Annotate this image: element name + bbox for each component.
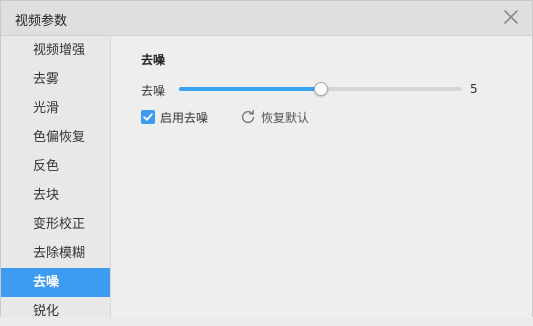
refresh-icon bbox=[241, 109, 255, 124]
sidebar-item-enhance[interactable]: 视频增强 bbox=[1, 36, 110, 65]
sidebar-item-label: 色偏恢复 bbox=[33, 130, 86, 145]
close-button[interactable] bbox=[502, 8, 520, 26]
sidebar-item-deblur[interactable]: 去除模糊 bbox=[1, 239, 110, 268]
checkbox-label: 启用去噪 bbox=[160, 110, 209, 125]
reset-label: 恢复默认 bbox=[261, 110, 310, 125]
slider-thumb[interactable] bbox=[313, 82, 328, 96]
sidebar-item-sharpen[interactable]: 锐化 bbox=[1, 297, 110, 326]
video-params-dialog: 视频参数 视频增强 去雾 光滑 色偏恢复 反色 去块 变形校正 去除模糊 去噪 … bbox=[0, 0, 533, 319]
denoise-slider[interactable] bbox=[179, 82, 462, 96]
sidebar-item-smooth[interactable]: 光滑 bbox=[1, 94, 110, 123]
sidebar-item-label: 去雾 bbox=[33, 72, 60, 87]
sidebar-item-label: 视频增强 bbox=[33, 43, 86, 58]
checkbox-box[interactable] bbox=[141, 110, 155, 124]
sidebar-item-denoise[interactable]: 去噪 bbox=[1, 268, 110, 297]
sidebar: 视频增强 去雾 光滑 色偏恢复 反色 去块 变形校正 去除模糊 去噪 锐化 bbox=[1, 36, 111, 319]
checkmark-icon bbox=[143, 113, 153, 121]
sidebar-item-label: 光滑 bbox=[33, 101, 60, 116]
sidebar-item-label: 去噪 bbox=[33, 275, 60, 290]
title-bar: 视频参数 bbox=[1, 1, 532, 36]
sidebar-item-label: 反色 bbox=[33, 159, 60, 174]
settings-panel: 去噪 去噪 5 启用去噪 恢复默认 bbox=[111, 36, 532, 318]
sidebar-item-label: 去除模糊 bbox=[33, 246, 86, 261]
slider-label: 去噪 bbox=[141, 84, 166, 98]
sidebar-item-invert[interactable]: 反色 bbox=[1, 152, 110, 181]
section-title: 去噪 bbox=[141, 53, 166, 67]
reset-default-button[interactable]: 恢复默认 bbox=[240, 108, 309, 126]
dialog-title: 视频参数 bbox=[15, 14, 68, 29]
sidebar-item-dehaze[interactable]: 去雾 bbox=[1, 65, 110, 94]
sidebar-item-label: 去块 bbox=[33, 188, 60, 203]
slider-fill bbox=[179, 87, 321, 91]
sidebar-item-deblock[interactable]: 去块 bbox=[1, 181, 110, 210]
close-icon bbox=[504, 10, 518, 24]
sidebar-item-distortion[interactable]: 变形校正 bbox=[1, 210, 110, 239]
sidebar-item-label: 变形校正 bbox=[33, 217, 86, 232]
slider-value: 5 bbox=[470, 82, 478, 96]
enable-denoise-checkbox[interactable]: 启用去噪 bbox=[141, 109, 208, 125]
sidebar-item-color-cast[interactable]: 色偏恢复 bbox=[1, 123, 110, 152]
